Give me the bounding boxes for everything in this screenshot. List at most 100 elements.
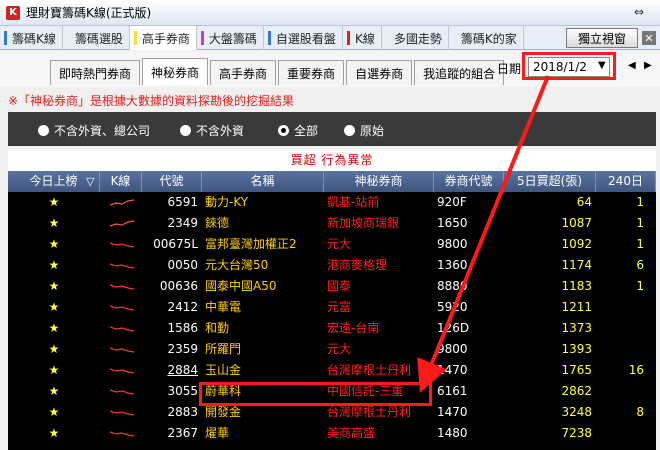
grid-header-4[interactable]: 神秘券商 xyxy=(324,171,434,192)
broker-code: 1470 xyxy=(437,363,468,377)
date-prev-icon[interactable]: ◀ xyxy=(628,60,636,71)
buy-volume-5d: 64 xyxy=(576,195,592,209)
popup-window-button[interactable]: 獨立視窗 xyxy=(566,28,638,48)
buy-volume-240d xyxy=(596,381,644,402)
broker-code: 9800 xyxy=(437,237,468,251)
radio-dot-icon xyxy=(278,125,289,136)
main-tab-1[interactable]: 籌碼選股 xyxy=(63,26,130,50)
main-tab-3[interactable]: 大盤籌碼 xyxy=(197,26,264,50)
main-tab-2[interactable]: 高手券商 xyxy=(129,26,197,50)
buy-volume-240d xyxy=(596,339,644,360)
trend-sparkline-icon xyxy=(109,220,135,227)
main-tab-5[interactable]: K線 xyxy=(343,26,382,50)
trend-sparkline-icon xyxy=(109,326,135,332)
star-icon: ★ xyxy=(48,300,60,314)
grid-header-7[interactable]: 240日 xyxy=(596,171,656,192)
star-icon: ★ xyxy=(48,258,60,272)
grid-header-3[interactable]: 名稱 xyxy=(202,171,324,192)
main-tab-label: K線 xyxy=(354,31,375,46)
filter-radio-1[interactable]: 不含外資 xyxy=(180,122,244,139)
table-row[interactable]: ★ 2367 燿華 美商高盛 1480 7238 xyxy=(8,423,656,444)
table-row[interactable]: ★ 2884 玉山金 台灣摩根士丹利 1470 1765 16 xyxy=(8,360,656,381)
highlight-row-box xyxy=(199,382,432,406)
stock-name: 國泰中國A50 xyxy=(205,279,277,293)
stock-name: 元大台灣50 xyxy=(205,258,269,272)
stock-name: 玉山金 xyxy=(205,363,242,377)
star-icon: ★ xyxy=(48,237,60,251)
star-icon: ★ xyxy=(48,405,60,419)
date-next-icon[interactable]: ▶ xyxy=(644,60,652,71)
main-tab-0[interactable]: 籌碼K線 xyxy=(0,26,63,50)
broker-name: 台灣摩根士丹利 xyxy=(327,363,412,377)
restore-icon[interactable]: ⇔ xyxy=(634,5,644,19)
buy-volume-5d: 1373 xyxy=(561,321,592,335)
buy-volume-240d xyxy=(596,318,644,339)
sub-tab-1[interactable]: 神秘券商 xyxy=(142,58,209,85)
star-icon: ★ xyxy=(48,321,60,335)
main-tab-label: 多國走勢 xyxy=(393,31,442,46)
broker-code: 6161 xyxy=(437,384,468,398)
table-row[interactable]: ★ 00636 國泰中國A50 國泰 8880 1183 1 xyxy=(8,276,656,297)
sub-tab-3[interactable]: 重要券商 xyxy=(278,60,345,85)
buy-volume-240d xyxy=(596,297,644,318)
sparkline xyxy=(100,360,138,381)
close-icon[interactable]: ✕ xyxy=(642,31,656,45)
trend-sparkline-icon xyxy=(109,347,135,353)
broker-name: 新加坡商瑞銀 xyxy=(327,216,400,230)
table-row[interactable]: ★ 6591 動力-KY 凱基-站前 920F 64 1 xyxy=(8,192,656,213)
main-tab-6[interactable]: 多國走勢 xyxy=(382,26,449,50)
broker-name: 港商麥格理 xyxy=(327,258,388,272)
main-tab-label: 高手券商 xyxy=(141,31,190,46)
grid-header-5[interactable]: 券商代號 xyxy=(434,171,504,192)
table-row[interactable]: ★ 1586 和勤 宏遠-台南 126D 1373 xyxy=(8,318,656,339)
stock-code: 00636 xyxy=(159,279,198,293)
trend-sparkline-icon xyxy=(109,199,135,206)
app-logo-icon: K xyxy=(6,5,20,20)
tab-color-mark xyxy=(133,31,137,45)
sparkline xyxy=(100,339,138,360)
tab-color-mark xyxy=(452,31,456,45)
main-tab-4[interactable]: 自選股看盤 xyxy=(264,26,343,50)
sub-tab-4[interactable]: 自選券商 xyxy=(346,60,413,85)
grid-header-1[interactable]: K線 xyxy=(100,171,142,192)
sub-tab-0[interactable]: 即時熱門券商 xyxy=(50,60,141,85)
main-tab-label: 籌碼K線 xyxy=(12,31,56,46)
buy-volume-240d: 8 xyxy=(636,405,644,419)
buy-volume-240d xyxy=(596,423,644,444)
stock-code: 2412 xyxy=(167,300,198,314)
sort-icon[interactable]: ▽ xyxy=(86,171,94,192)
broker-code: 9800 xyxy=(437,342,468,356)
sparkline xyxy=(100,297,138,318)
main-tab-7[interactable]: 籌碼K的家 xyxy=(449,26,524,50)
broker-code: 1470 xyxy=(437,405,468,419)
table-row[interactable]: ★ 2412 中華電 元富 5920 1211 xyxy=(8,297,656,318)
filter-radio-3[interactable]: 原始 xyxy=(344,122,384,139)
grid-header-2[interactable]: 代號 xyxy=(142,171,202,192)
table-row[interactable]: ★ 0050 元大台灣50 港商麥格理 1360 1174 6 xyxy=(8,255,656,276)
filter-label: 不含外資 xyxy=(196,124,245,138)
broker-code: 1480 xyxy=(437,426,468,440)
filter-radio-0[interactable]: 不含外資、總公司 xyxy=(38,122,150,139)
broker-name: 國泰 xyxy=(327,279,352,293)
buy-volume-240d: 1 xyxy=(636,195,644,209)
table-row[interactable]: ★ 2349 錸德 新加坡商瑞銀 1650 1087 1 xyxy=(8,213,656,234)
buy-volume-5d: 1183 xyxy=(561,279,592,293)
filter-radio-2[interactable]: 全部 xyxy=(278,122,318,139)
sparkline xyxy=(100,213,138,234)
stock-code: 00675L xyxy=(153,237,198,251)
stock-code: 2883 xyxy=(167,405,198,419)
star-icon: ★ xyxy=(48,279,60,293)
table-row[interactable]: ★ 2359 所羅門 元大 9800 1393 xyxy=(8,339,656,360)
stock-code: 2884 xyxy=(167,363,198,377)
stock-code: 0050 xyxy=(167,258,198,272)
grid-header-6[interactable]: 5日買超(張) xyxy=(504,171,596,192)
table-row[interactable]: ★ 00675L 富邦臺灣加權正2 元大 9800 1092 1 xyxy=(8,234,656,255)
star-icon: ★ xyxy=(48,426,60,440)
sub-tab-5[interactable]: 我追蹤的組合 xyxy=(414,60,505,85)
sub-tab-2[interactable]: 高手券商 xyxy=(210,60,277,85)
sparkline xyxy=(100,192,138,213)
main-tab-label: 大盤籌碼 xyxy=(208,31,257,46)
radio-dot-icon xyxy=(38,125,49,136)
stock-name: 錸德 xyxy=(205,216,230,230)
buy-volume-5d: 3248 xyxy=(561,405,592,419)
